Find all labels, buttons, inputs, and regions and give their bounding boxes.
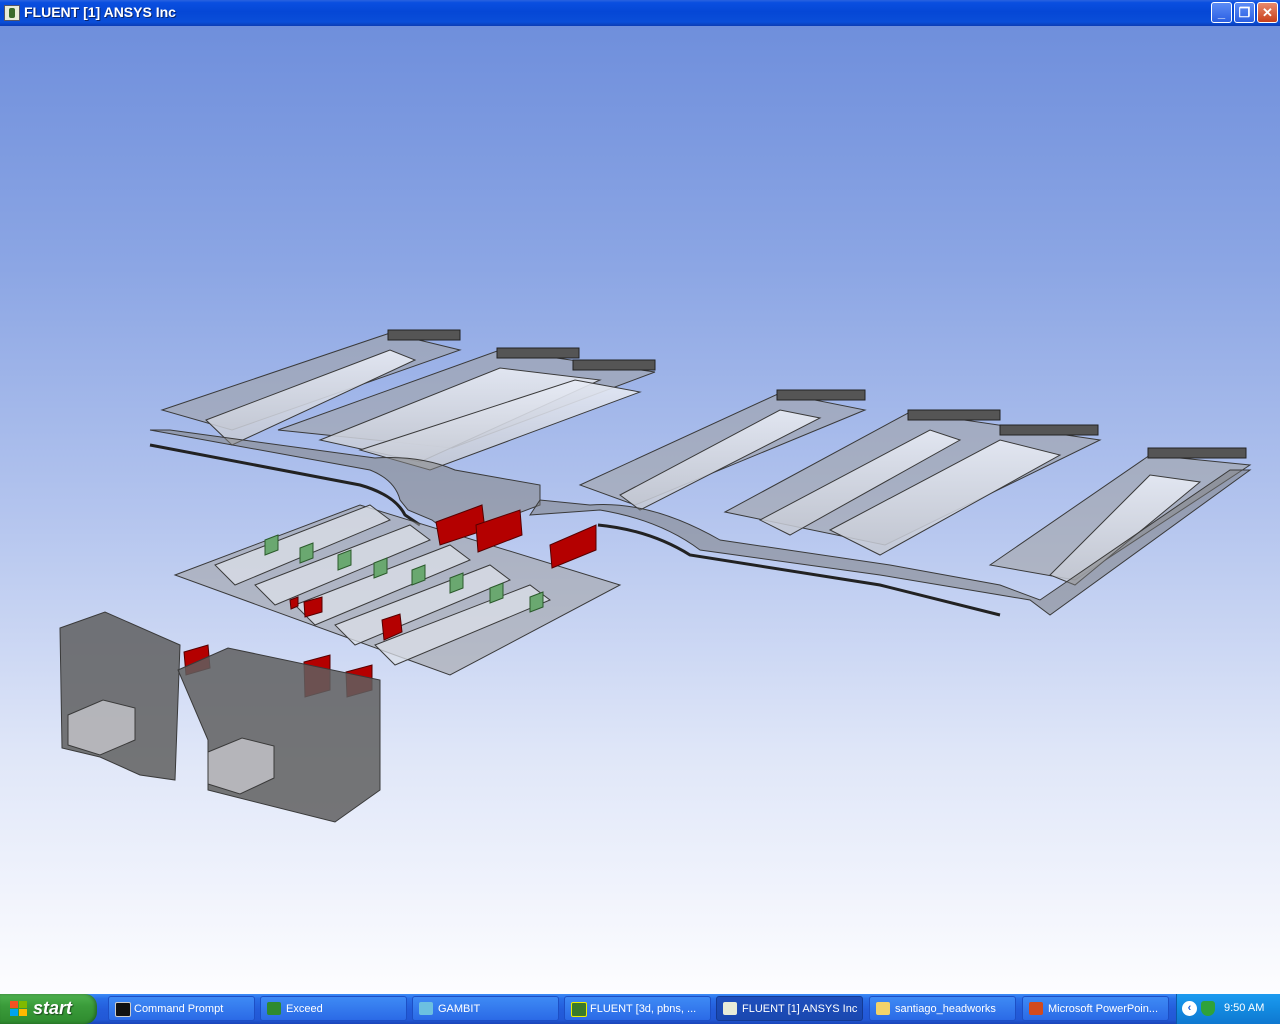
rack-screen-2	[496, 347, 580, 359]
taskbar-item-exceed[interactable]: Exceed	[260, 996, 407, 1021]
taskbar: start Command Prompt Exceed GAMBIT FLUEN…	[0, 994, 1280, 1024]
cmd-icon	[115, 1002, 131, 1017]
taskbar-item-fluent-3d[interactable]: FLUENT [3d, pbns, ...	[564, 996, 711, 1021]
windows-flag-icon	[10, 1001, 28, 1017]
start-label: start	[33, 998, 73, 1018]
taskbar-item-powerpoint[interactable]: Microsoft PowerPoin...	[1022, 996, 1169, 1021]
fluent-icon	[723, 1002, 737, 1015]
clock[interactable]: 9:50 AM	[1224, 1002, 1264, 1014]
headworks-geometry	[59, 329, 1252, 823]
taskbar-item-command-prompt[interactable]: Command Prompt	[108, 996, 255, 1021]
taskbar-item-gambit[interactable]: GAMBIT	[412, 996, 559, 1021]
powerpoint-icon	[1029, 1002, 1043, 1015]
minimize-button[interactable]: _	[1211, 2, 1232, 23]
rack-screen-5	[907, 409, 1001, 421]
exceed-icon	[267, 1002, 281, 1015]
fluent-app-icon[interactable]	[4, 5, 20, 21]
restore-button[interactable]: ❐	[1234, 2, 1255, 23]
close-button[interactable]: ✕	[1257, 2, 1278, 23]
rack-screen-4	[776, 389, 866, 401]
inlet-box-1	[59, 611, 181, 781]
gate-red-3	[549, 524, 597, 569]
show-hidden-icons-button[interactable]: ‹	[1182, 1001, 1197, 1016]
folder-icon	[876, 1002, 890, 1015]
taskbar-item-fluent-ansys[interactable]: FLUENT [1] ANSYS Inc	[716, 996, 863, 1021]
fluent-icon	[571, 1002, 587, 1017]
rack-screen-6	[999, 424, 1099, 436]
gambit-icon	[419, 1002, 433, 1015]
system-tray: ‹ 9:50 AM	[1176, 994, 1280, 1024]
rack-screen-7	[1147, 447, 1247, 459]
window-title: FLUENT [1] ANSYS Inc	[24, 4, 176, 20]
start-button[interactable]: start	[0, 994, 97, 1024]
taskbar-item-santiago-headworks[interactable]: santiago_headworks	[869, 996, 1016, 1021]
security-shield-icon[interactable]	[1201, 1001, 1215, 1016]
window-title-bar[interactable]: FLUENT [1] ANSYS Inc _ ❐ ✕	[0, 0, 1280, 26]
rack-screen-1	[387, 329, 461, 341]
graphics-viewport[interactable]	[0, 26, 1280, 994]
rack-screen-3	[572, 359, 656, 371]
inlet-box-2	[177, 647, 381, 823]
